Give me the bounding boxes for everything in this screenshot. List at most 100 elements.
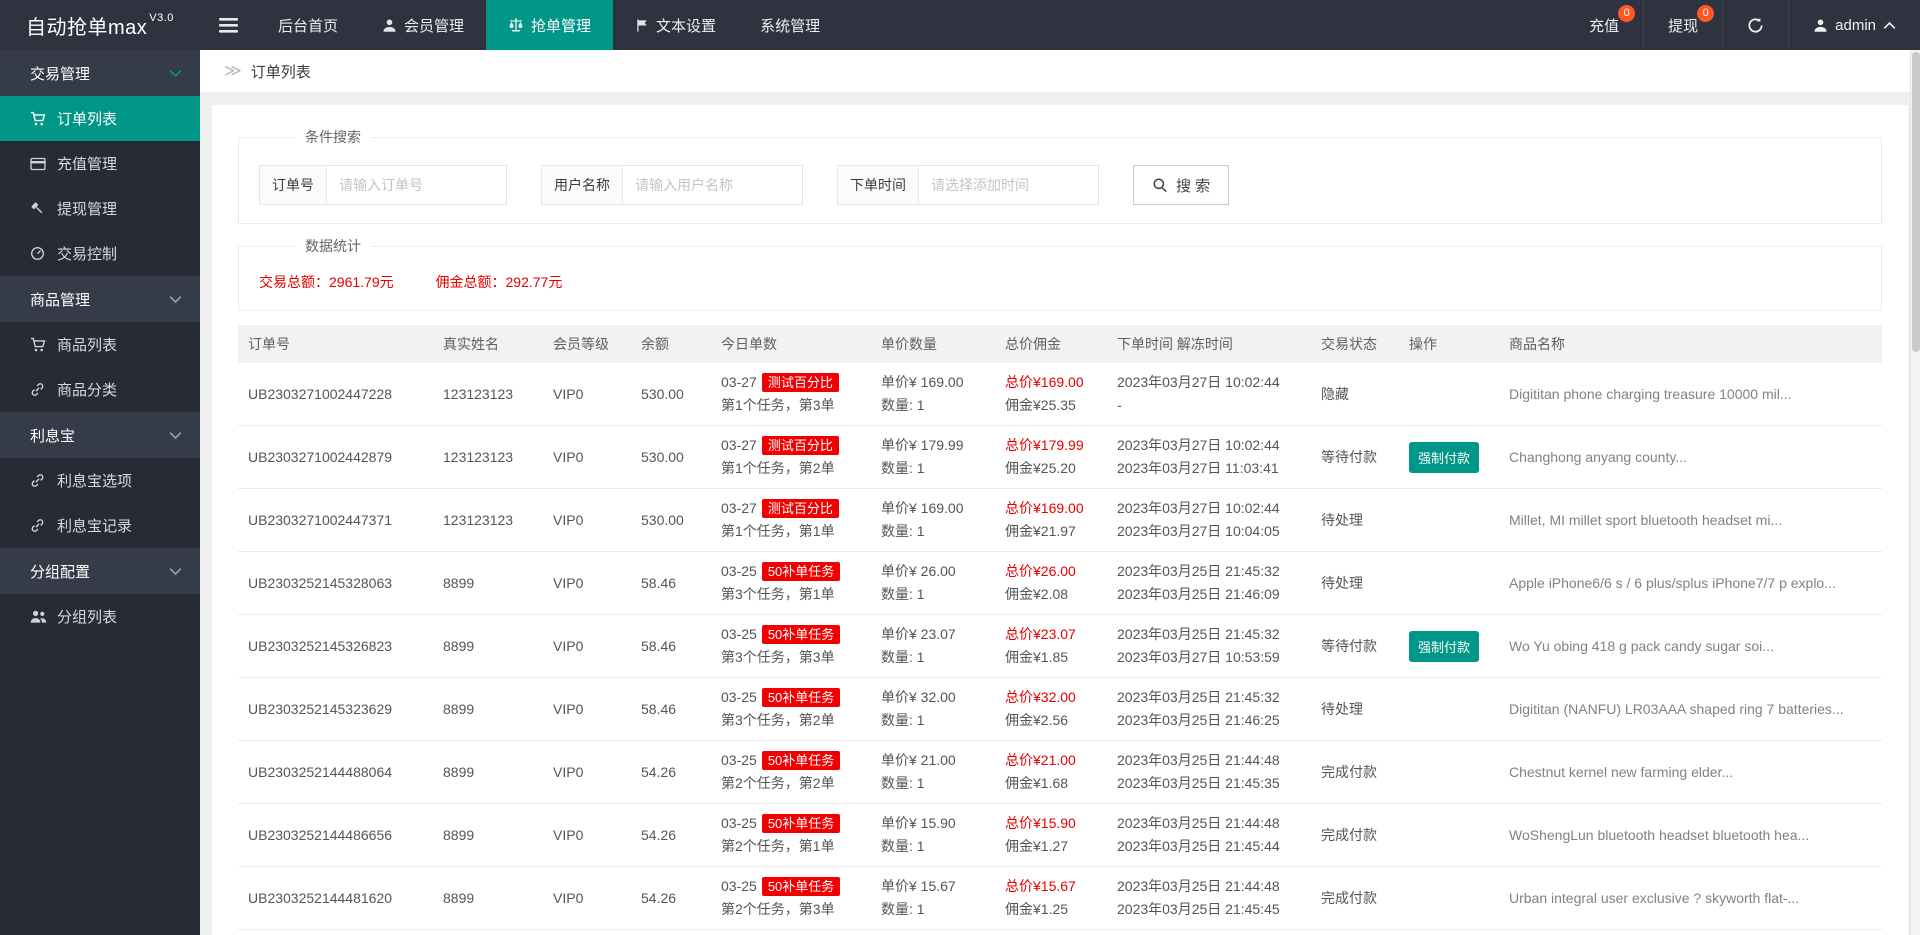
cell-vip-level: VIP0 xyxy=(543,678,631,741)
search-legend: 条件搜索 xyxy=(295,127,371,147)
table-row: UB2303252144481620 8899 VIP0 54.26 03-25… xyxy=(238,867,1882,930)
recharge-link[interactable]: 充值 0 xyxy=(1565,0,1643,50)
cell-times: 2023年03月25日 21:45:32 2023年03月25日 21:46:2… xyxy=(1107,678,1311,741)
user-menu[interactable]: admin xyxy=(1788,0,1920,50)
cell-balance: 58.46 xyxy=(631,552,711,615)
force-pay-button[interactable]: 强制付款 xyxy=(1409,631,1479,662)
order-time-input[interactable] xyxy=(919,165,1099,205)
table-header-cell: 今日单数 xyxy=(711,325,871,363)
sidebar-section-分组配置[interactable]: 分组配置 xyxy=(0,548,200,594)
order-table: 订单号真实姓名会员等级余额今日单数单价数量总价佣金下单时间 解冻时间交易状态操作… xyxy=(238,325,1882,935)
status-text: 隐藏 xyxy=(1321,386,1349,402)
cell-order-no: UB2303252144486656 xyxy=(238,804,433,867)
cell-price-qty: 单价¥ 32.00 数量: 1 xyxy=(871,678,995,741)
cell-vip-level: VIP0 xyxy=(543,867,631,930)
user-icon xyxy=(382,18,397,33)
chevron-down-icon xyxy=(169,431,182,440)
cell-status: 完成付款 xyxy=(1311,804,1399,867)
table-header-cell: 下单时间 解冻时间 xyxy=(1107,325,1311,363)
table-header-row: 订单号真实姓名会员等级余额今日单数单价数量总价佣金下单时间 解冻时间交易状态操作… xyxy=(238,325,1882,363)
sidebar-item-label: 利息宝记录 xyxy=(57,515,132,536)
sidebar-item-交易控制[interactable]: 交易控制 xyxy=(0,231,200,276)
cell-order-no: UB2303252145328063 xyxy=(238,552,433,615)
refresh-button[interactable] xyxy=(1722,0,1788,50)
cell-action xyxy=(1399,552,1499,615)
chevron-down-icon xyxy=(169,567,182,576)
cell-balance: 530.00 xyxy=(631,489,711,552)
sidebar: 交易管理订单列表充值管理提现管理交易控制商品管理商品列表商品分类利息宝利息宝选项… xyxy=(0,50,200,935)
username-input[interactable] xyxy=(623,165,803,205)
total-amount-value: 2961.79元 xyxy=(329,274,394,290)
search-button-label: 搜 索 xyxy=(1176,175,1210,196)
scrollbar-thumb[interactable] xyxy=(1912,52,1920,352)
cell-balance: 58.46 xyxy=(631,678,711,741)
link-icon xyxy=(30,518,47,533)
cell-product: Millet, MI millet sport bluetooth headse… xyxy=(1499,489,1882,552)
nav-item-文本设置[interactable]: 文本设置 xyxy=(613,0,738,50)
cell-times: 2023年03月25日 21:44:48 2023年03月25日 21:45:4… xyxy=(1107,804,1311,867)
top-nav: 后台首页 会员管理 抢单管理 文本设置系统管理 xyxy=(256,0,842,50)
search-button[interactable]: 搜 索 xyxy=(1133,165,1229,205)
sidebar-section-交易管理[interactable]: 交易管理 xyxy=(0,50,200,96)
nav-item-系统管理[interactable]: 系统管理 xyxy=(738,0,842,50)
chevron-up-icon xyxy=(1883,21,1896,30)
sidebar-section-label: 交易管理 xyxy=(30,63,90,84)
cell-day-orders: 03-2550补单任务 第3个任务，第3单 xyxy=(711,615,871,678)
sidebar-item-分组列表[interactable]: 分组列表 xyxy=(0,594,200,639)
sidebar-item-提现管理[interactable]: 提现管理 xyxy=(0,186,200,231)
sidebar-item-商品列表[interactable]: 商品列表 xyxy=(0,322,200,367)
sidebar-section-商品管理[interactable]: 商品管理 xyxy=(0,276,200,322)
cell-total-commission: 总价¥21.00 佣金¥1.68 xyxy=(995,741,1107,804)
nav-item-label: 后台首页 xyxy=(278,15,338,36)
app-title: 自动抢单max xyxy=(26,11,147,40)
cell-action: 强制付款 xyxy=(1399,615,1499,678)
stats-legend: 数据统计 xyxy=(295,236,371,256)
hamburger-icon[interactable] xyxy=(200,0,256,50)
force-pay-button[interactable]: 强制付款 xyxy=(1409,442,1479,473)
nav-item-label: 抢单管理 xyxy=(531,15,591,36)
cell-total-commission: 总价¥15.67 佣金¥1.25 xyxy=(995,867,1107,930)
cell-vip-level: VIP0 xyxy=(543,552,631,615)
withdraw-link[interactable]: 提现 0 xyxy=(1643,0,1722,50)
cell-balance: 54.26 xyxy=(631,867,711,930)
cell-action: 强制付款 xyxy=(1399,426,1499,489)
recharge-badge: 0 xyxy=(1618,5,1635,22)
table-row: UB2303252144127796 8899 VIP0 50.26 03-25… xyxy=(238,930,1882,935)
sidebar-item-订单列表[interactable]: 订单列表 xyxy=(0,96,200,141)
table-header-cell: 余额 xyxy=(631,325,711,363)
panel: 条件搜索 订单号 用户名称 下单时间 xyxy=(212,105,1908,935)
status-text: 等待付款 xyxy=(1321,449,1377,465)
page-scrollbar[interactable] xyxy=(1910,50,1920,935)
gavel-icon xyxy=(30,201,47,216)
nav-item-会员管理[interactable]: 会员管理 xyxy=(360,0,486,50)
table-header-cell: 总价佣金 xyxy=(995,325,1107,363)
cell-balance: 58.46 xyxy=(631,615,711,678)
cell-balance: 530.00 xyxy=(631,426,711,489)
cell-order-no: UB2303252145326823 xyxy=(238,615,433,678)
cell-vip-level: VIP0 xyxy=(543,741,631,804)
sidebar-item-充值管理[interactable]: 充值管理 xyxy=(0,141,200,186)
sidebar-section-label: 利息宝 xyxy=(30,425,75,446)
cell-status: 等待付款 xyxy=(1311,615,1399,678)
sidebar-item-label: 分组列表 xyxy=(57,606,117,627)
link-icon xyxy=(30,473,47,488)
card-icon xyxy=(30,157,47,171)
chevron-down-icon xyxy=(169,295,182,304)
cell-balance: 530.00 xyxy=(631,363,711,426)
sidebar-item-利息宝记录[interactable]: 利息宝记录 xyxy=(0,503,200,548)
order-no-input[interactable] xyxy=(327,165,507,205)
sidebar-item-商品分类[interactable]: 商品分类 xyxy=(0,367,200,412)
commission-total-label: 佣金总额： xyxy=(436,274,506,290)
cell-price-qty: 单价¥ 179.99 数量: 1 xyxy=(871,426,995,489)
cell-price-qty: 单价¥ 15.67 数量: 1 xyxy=(871,867,995,930)
table-header-cell: 真实姓名 xyxy=(433,325,543,363)
cell-day-orders: 03-2550补单任务 第3个任务，第1单 xyxy=(711,552,871,615)
sidebar-item-利息宝选项[interactable]: 利息宝选项 xyxy=(0,458,200,503)
nav-item-抢单管理[interactable]: 抢单管理 xyxy=(486,0,613,50)
sidebar-item-label: 交易控制 xyxy=(57,243,117,264)
table-header-cell: 交易状态 xyxy=(1311,325,1399,363)
sidebar-section-利息宝[interactable]: 利息宝 xyxy=(0,412,200,458)
nav-item-后台首页[interactable]: 后台首页 xyxy=(256,0,360,50)
sidebar-item-label: 订单列表 xyxy=(57,108,117,129)
cell-times: 2023年03月25日 21:45:32 2023年03月25日 21:46:0… xyxy=(1107,552,1311,615)
